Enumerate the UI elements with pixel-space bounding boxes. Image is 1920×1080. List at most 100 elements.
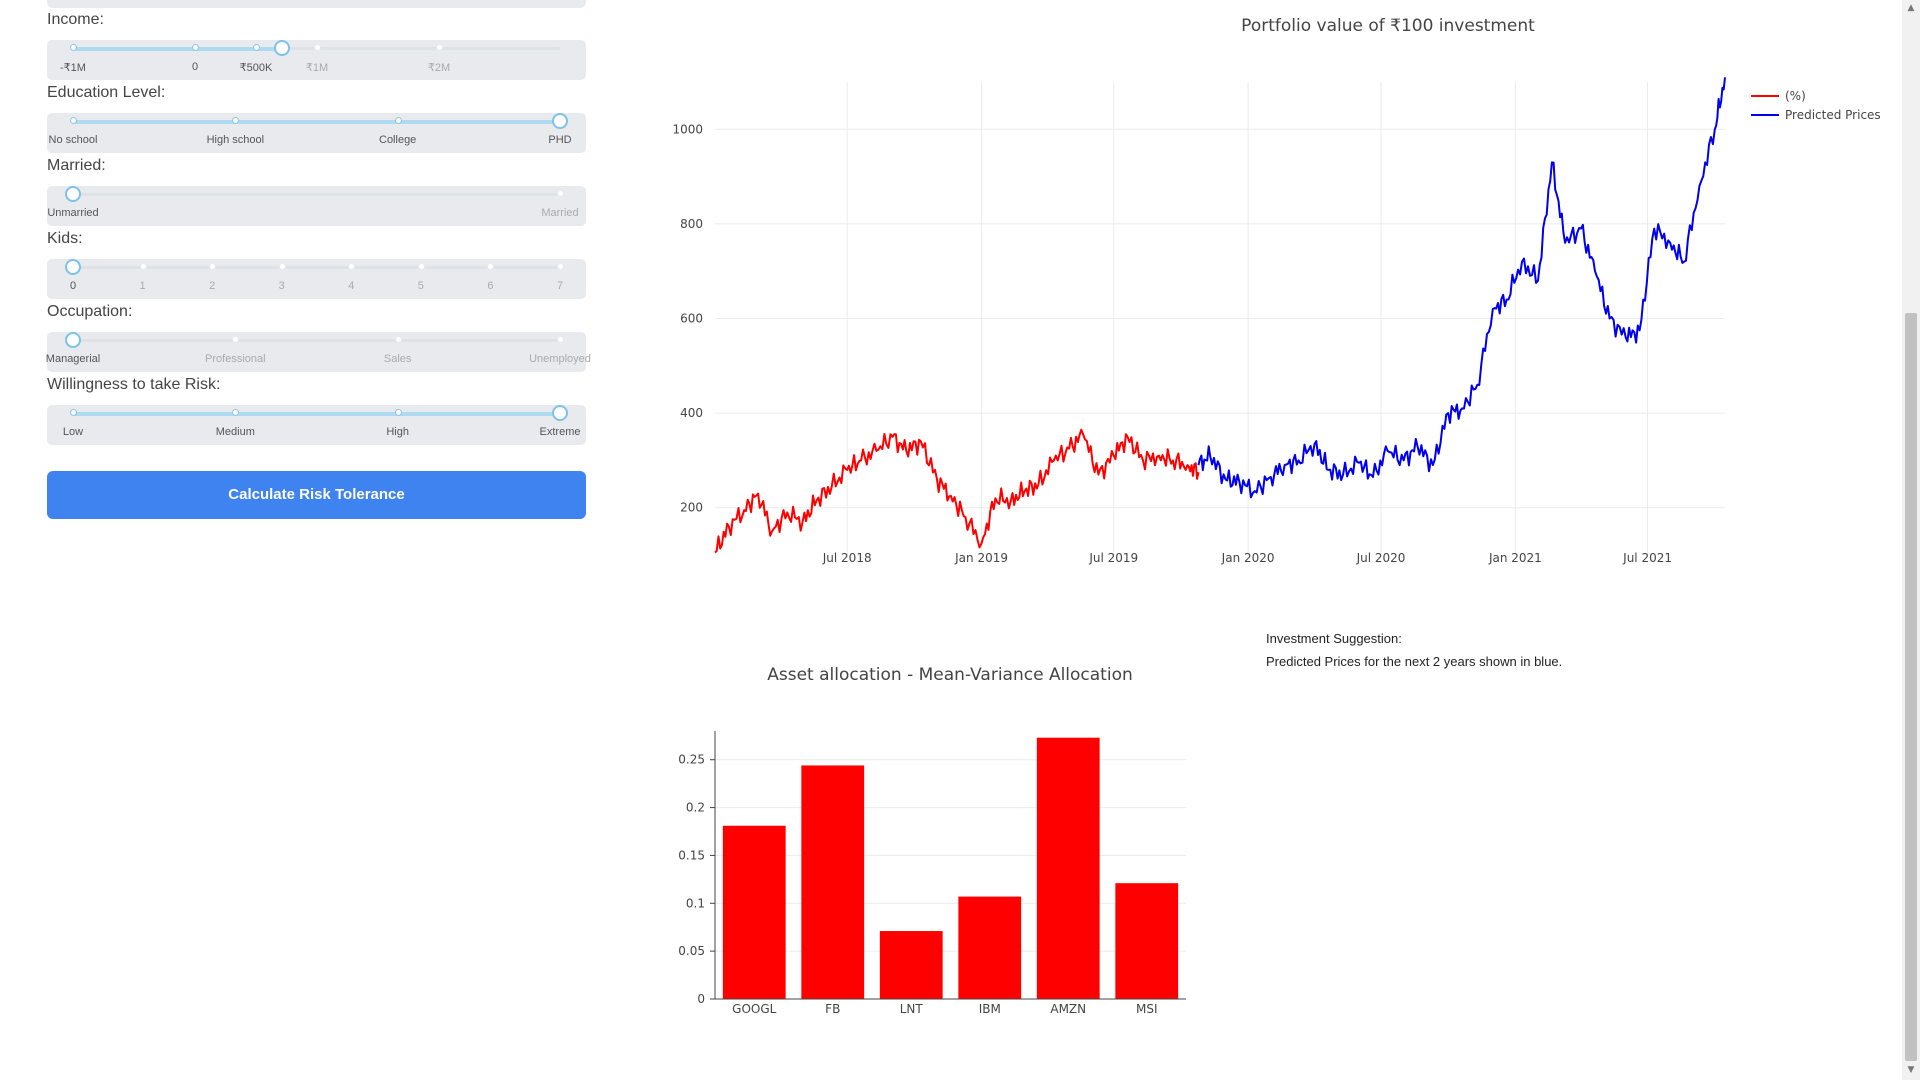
occupation-slider[interactable]: Managerial Professional Sales Unemployed: [45, 332, 591, 372]
occupation-slider-track[interactable]: [73, 339, 560, 342]
scroll-thumb[interactable]: [1905, 313, 1917, 1061]
occupation-slider-mark[interactable]: [557, 336, 564, 343]
kids-slider-tick-label: 1: [139, 280, 146, 292]
kids-slider-mark[interactable]: [417, 263, 425, 270]
risk-slider-tick-label: Low: [62, 426, 84, 438]
risk-slider[interactable]: Low Medium High Extreme: [47, 405, 586, 445]
income-slider-tick-label: ₹500K: [239, 62, 273, 74]
risk-slider-tick-label: Medium: [215, 426, 255, 438]
bar-chart-title: Asset allocation - Mean-Variance Allocat…: [767, 665, 1133, 685]
y-tick-label: 1000: [672, 122, 703, 136]
x-tick-label: Jan 2021: [1488, 551, 1542, 565]
education-slider-tick-label: College: [379, 134, 417, 146]
kids-slider-tick-label: 4: [348, 280, 355, 292]
x-tick-label: Jul 2020: [1356, 551, 1406, 565]
income-slider-mark[interactable]: [192, 44, 199, 51]
y-tick-label: 0.25: [678, 753, 705, 767]
suggestion-heading: Investment Suggestion:: [1266, 631, 1402, 646]
education-slider[interactable]: No school High school College PHD: [47, 113, 586, 153]
married-slider-track[interactable]: [73, 193, 560, 196]
y-tick-label: 0.15: [678, 848, 705, 862]
occupation-slider-tick-label: Sales: [383, 353, 412, 365]
y-tick-label: 200: [680, 501, 703, 515]
education-slider-mark[interactable]: [70, 117, 77, 124]
occupation-slider-handle[interactable]: [65, 332, 81, 348]
income-slider-mark[interactable]: [436, 44, 443, 51]
page-scrollbar[interactable]: ▲ ▼: [1902, 0, 1920, 1080]
bar-amzn: [1036, 737, 1100, 999]
risk-slider-mark[interactable]: [394, 409, 402, 416]
kids-slider-tick-label: 0: [69, 280, 77, 292]
scroll-down-icon[interactable]: ▼: [1905, 1064, 1917, 1076]
kids-slider-mark[interactable]: [139, 263, 147, 270]
income-slider-mark[interactable]: [314, 44, 321, 51]
kids-slider-mark[interactable]: [278, 263, 286, 270]
income-slider-handle[interactable]: [274, 40, 291, 56]
education-slider-handle[interactable]: [552, 113, 568, 129]
education-slider-tick-label: PHD: [548, 134, 572, 146]
kids-slider-tick-label: 2: [209, 280, 216, 292]
kids-slider-handle[interactable]: [65, 259, 81, 275]
allocation-bar-chart: Asset allocation - Mean-Variance Allocat…: [678, 665, 1186, 1016]
y-tick-label: 0: [697, 992, 705, 1006]
x-tick-label: MSI: [1136, 1002, 1158, 1016]
scroll-up-icon[interactable]: ▲: [1905, 2, 1917, 14]
bar-lnt: [879, 931, 943, 999]
income-label: Income:: [47, 11, 104, 28]
y-tick-label: 0.1: [686, 896, 705, 910]
x-tick-label: Jul 2019: [1088, 551, 1138, 565]
y-tick-label: 0.05: [678, 944, 705, 958]
occupation-slider-tick-label: Managerial: [45, 353, 101, 365]
bar-fb: [801, 765, 865, 999]
x-tick-label: IBM: [979, 1002, 1001, 1016]
x-tick-label: GOOGL: [732, 1002, 776, 1016]
x-tick-label: Jul 2021: [1622, 551, 1672, 565]
education-slider-mark[interactable]: [394, 117, 402, 124]
y-tick-label: 400: [680, 406, 703, 420]
income-slider[interactable]: -₹1M 0 ₹500K ₹1M ₹2M: [47, 40, 586, 80]
risk-slider-fill: [73, 412, 560, 416]
married-slider-mark[interactable]: [557, 190, 564, 197]
married-label: Married:: [47, 157, 106, 174]
married-slider[interactable]: Unmarried Married: [47, 186, 586, 226]
investment-suggestion: Investment Suggestion: Predicted Prices …: [1266, 631, 1562, 677]
portfolio-line-chart: Portfolio value of ₹100 investment 200 40…: [672, 16, 1880, 565]
y-tick-label: 600: [680, 312, 703, 326]
married-slider-handle[interactable]: [65, 186, 81, 202]
x-tick-label: LNT: [900, 1002, 924, 1016]
education-slider-tick-label: High school: [206, 134, 265, 146]
income-slider-mark[interactable]: [70, 44, 77, 51]
x-tick-label: Jan 2019: [954, 551, 1008, 565]
risk-slider-handle[interactable]: [552, 405, 568, 421]
occupation-slider-mark[interactable]: [394, 336, 402, 343]
kids-slider-mark[interactable]: [557, 263, 564, 270]
education-slider-tick-label: No school: [48, 134, 98, 146]
risk-slider-tick-label: Extreme: [539, 426, 581, 438]
occupation-slider-tick-label: Professional: [205, 353, 266, 365]
income-slider-tick-label: ₹2M: [427, 62, 451, 74]
married-slider-tick-label: Married: [541, 207, 579, 219]
suggestion-text: Predicted Prices for the next 2 years sh…: [1266, 654, 1563, 669]
income-slider-mark[interactable]: [253, 44, 260, 51]
series-line-historical: [714, 428, 1200, 554]
x-tick-label: AMZN: [1050, 1002, 1086, 1016]
kids-label: Kids:: [47, 230, 83, 247]
legend-label: (%): [1785, 89, 1806, 103]
series-line-predicted: [1197, 77, 1726, 499]
kids-slider-tick-label: 5: [417, 280, 424, 292]
education-label: Education Level:: [47, 84, 166, 101]
risk-slider-mark[interactable]: [70, 409, 77, 416]
x-tick-label: FB: [825, 1002, 840, 1016]
bar-msi: [1115, 883, 1179, 999]
calculate-risk-button[interactable]: Calculate Risk Tolerance: [47, 471, 586, 519]
bar-ibm: [958, 896, 1022, 999]
kids-slider-tick-label: 7: [556, 280, 564, 292]
kids-slider[interactable]: 0 1 2 3 4 5 6 7: [47, 259, 586, 299]
y-tick-label: 0.2: [686, 801, 705, 815]
line-chart-title: Portfolio value of ₹100 investment: [1241, 16, 1535, 36]
risk-form: Income: -₹1M 0 ₹500K ₹1M ₹2M Education Level…: [45, 0, 591, 1080]
kids-slider-tick-label: 6: [487, 280, 494, 292]
kids-slider-tick-label: 3: [278, 280, 285, 292]
income-slider-tick-label: -₹1M: [60, 62, 86, 74]
married-slider-tick-label: Unmarried: [47, 207, 99, 219]
